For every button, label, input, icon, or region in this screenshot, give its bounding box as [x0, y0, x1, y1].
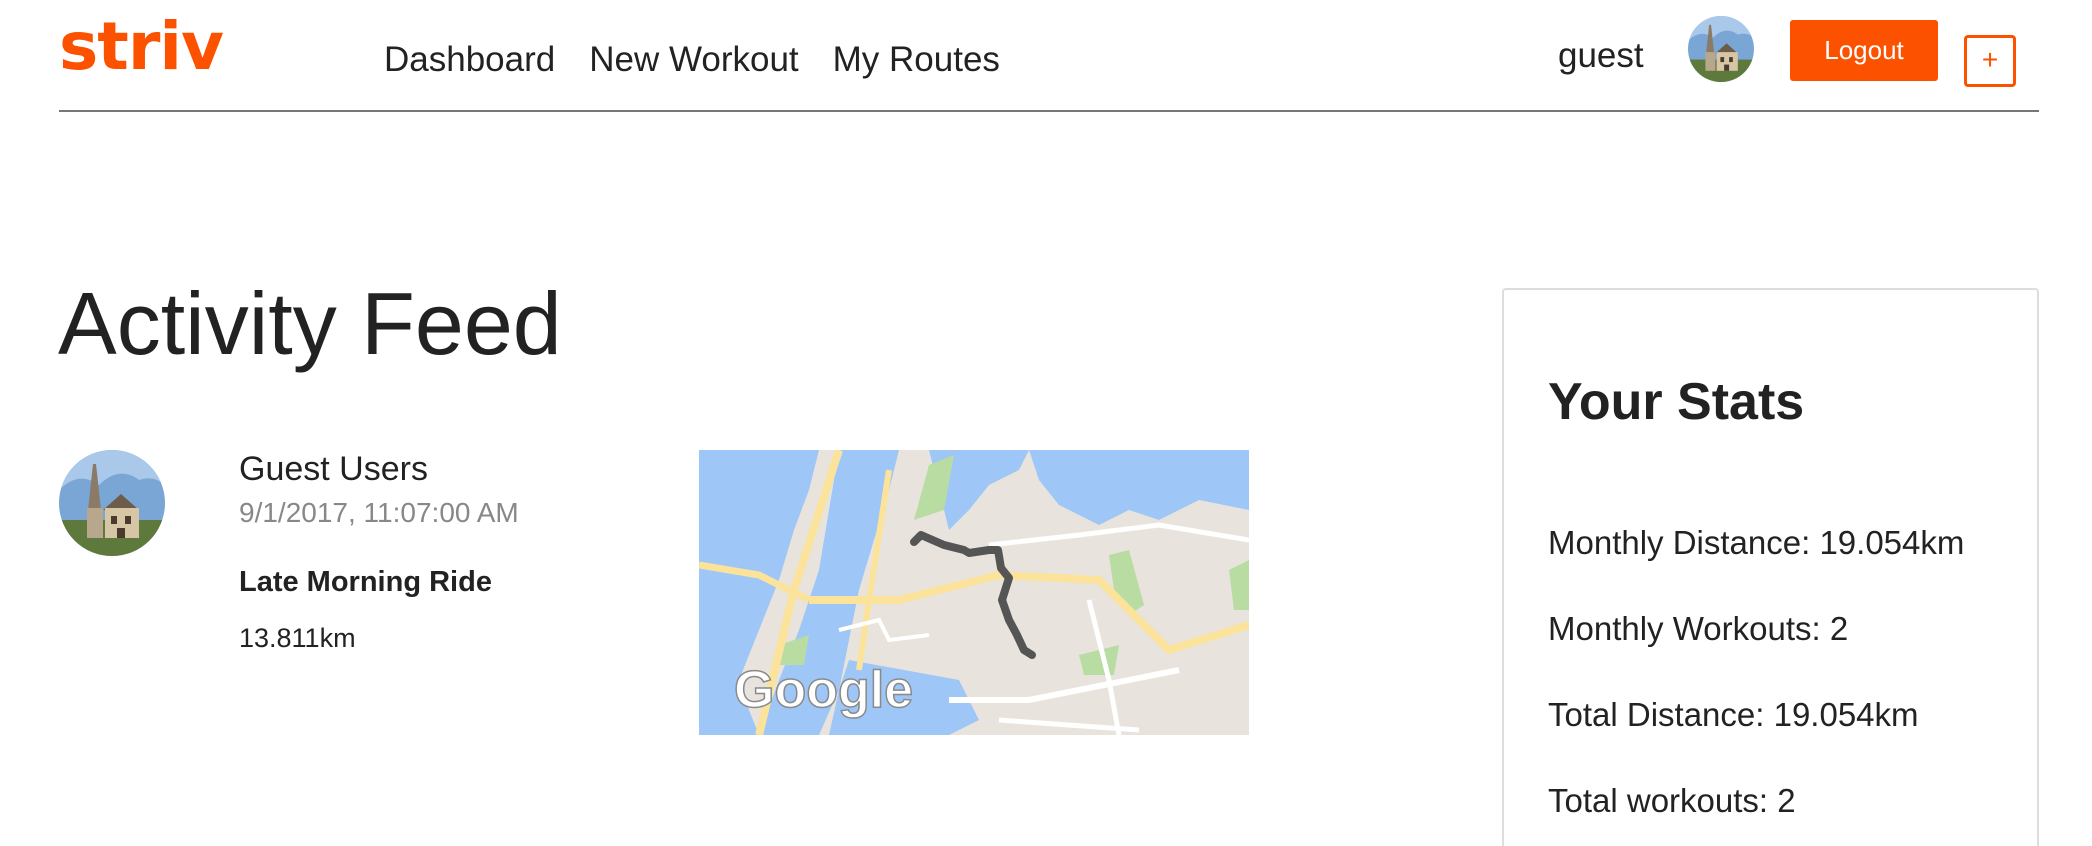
stats-panel: Your Stats Monthly Distance: 19.054km Mo…: [1502, 288, 2039, 846]
map-image: Google: [699, 450, 1249, 735]
feed-item: Guest Users 9/1/2017, 11:07:00 AM Late M…: [59, 450, 1259, 750]
logout-button[interactable]: Logout: [1790, 20, 1938, 81]
stat-total-workouts: Total workouts: 2: [1548, 782, 1796, 819]
feed-date: 9/1/2017, 11:07:00 AM: [239, 497, 519, 528]
nav-new-workout[interactable]: New Workout: [589, 40, 798, 80]
map-watermark: Google: [734, 661, 913, 719]
stat-total-distance: Total Distance: 19.054km: [1548, 696, 1919, 733]
stat-monthly-distance: Monthly Distance: 19.054km: [1548, 524, 1965, 561]
add-workout-button[interactable]: +: [1964, 35, 2016, 87]
top-navbar: striv Dashboard New Workout My Routes gu…: [59, 0, 2039, 112]
nav-my-routes[interactable]: My Routes: [833, 40, 1000, 80]
feed-distance: 13.811km: [239, 623, 356, 653]
church-photo-icon: [1688, 16, 1754, 82]
feed-user-name[interactable]: Guest Users: [239, 450, 428, 489]
striv-logo[interactable]: striv: [59, 14, 224, 80]
page-title: Activity Feed: [58, 274, 562, 373]
feed-user-avatar[interactable]: [59, 450, 165, 556]
user-avatar[interactable]: [1688, 16, 1754, 82]
route-map[interactable]: Google: [699, 450, 1249, 735]
username-label: guest: [1558, 36, 1644, 75]
nav-dashboard[interactable]: Dashboard: [384, 40, 555, 80]
main-nav: Dashboard New Workout My Routes: [384, 40, 1000, 80]
stat-monthly-workouts: Monthly Workouts: 2: [1548, 610, 1849, 647]
church-photo-icon: [59, 450, 165, 556]
stats-title: Your Stats: [1548, 373, 1805, 431]
feed-activity-title[interactable]: Late Morning Ride: [239, 566, 492, 599]
